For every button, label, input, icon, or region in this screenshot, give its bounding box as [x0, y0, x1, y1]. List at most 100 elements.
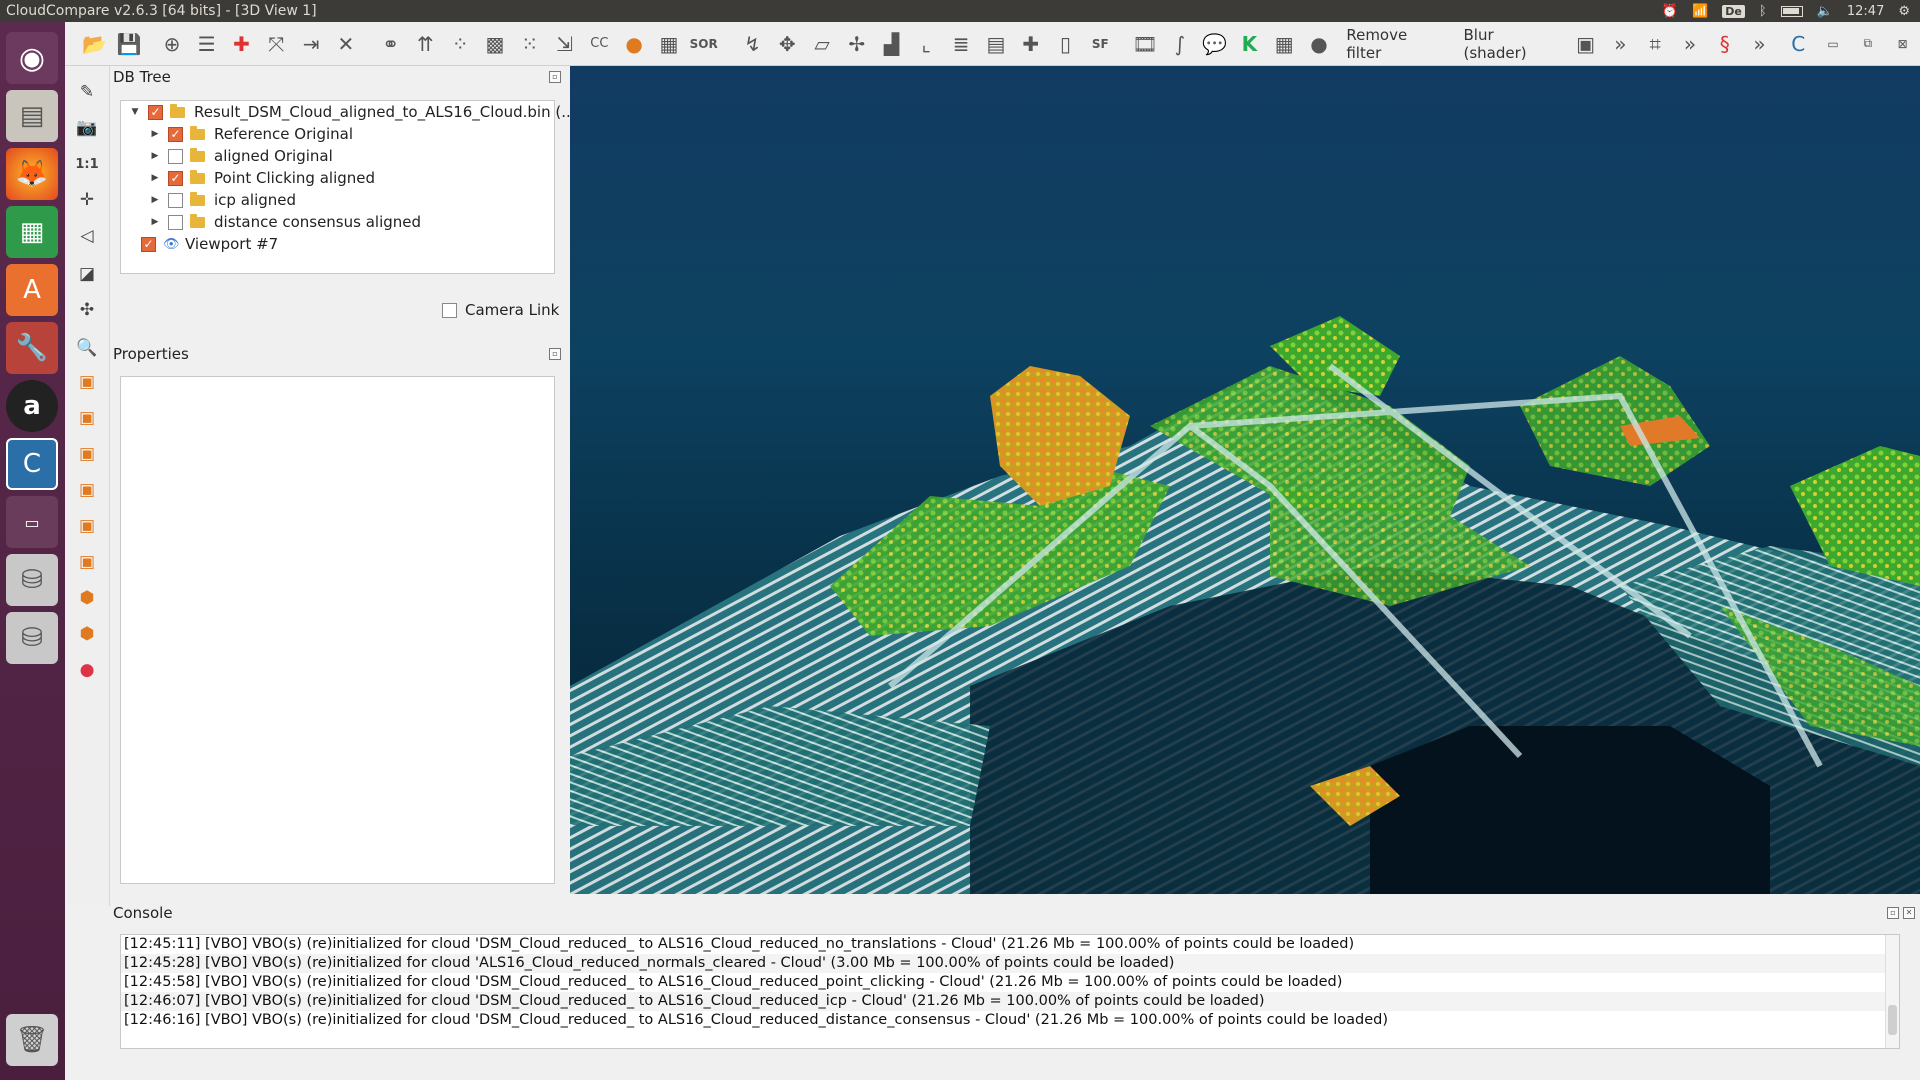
clock[interactable]: 12:47	[1847, 4, 1884, 19]
software-center-icon[interactable]: A	[6, 264, 58, 316]
tree-item-aligned-original[interactable]: ▶ aligned Original	[149, 145, 333, 167]
pivot-icon[interactable]: ◁	[73, 222, 101, 250]
expand-arrow-icon[interactable]: ▼	[129, 107, 141, 117]
back-view-icon[interactable]: ▣	[73, 476, 101, 504]
expand-arrow-icon[interactable]: ▶	[149, 129, 161, 139]
k-tool-icon[interactable]: K	[1232, 26, 1267, 62]
console-float-icon[interactable]: ▫	[1887, 907, 1899, 919]
cloudcompare-icon[interactable]: C	[6, 438, 58, 490]
register-icon[interactable]: ⇲	[547, 26, 582, 62]
film-icon[interactable]: 🎞	[1128, 26, 1163, 62]
scrollbar-thumb[interactable]	[1888, 1005, 1897, 1035]
db-tree-float-icon[interactable]: ▫	[549, 71, 561, 83]
stats-icon[interactable]: ≣	[944, 26, 979, 62]
right-view-icon[interactable]: ▣	[73, 512, 101, 540]
color-icon[interactable]: ●	[617, 26, 652, 62]
tree-item-distance-consensus-aligned[interactable]: ▶ distance consensus aligned	[149, 211, 422, 233]
system-settings-icon[interactable]: 🔧	[6, 322, 58, 374]
split-icon[interactable]: ✢	[839, 26, 874, 62]
console-scrollbar[interactable]	[1885, 935, 1899, 1048]
checker-icon[interactable]: ▦	[652, 26, 687, 62]
sor-filter-icon[interactable]: SOR	[686, 26, 721, 62]
save-icon[interactable]: 💾	[112, 26, 147, 62]
mesh-icon[interactable]: ▩	[478, 26, 513, 62]
expand-arrow-icon[interactable]: ▶	[149, 151, 161, 161]
wifi-icon[interactable]: 📶	[1692, 4, 1708, 19]
bottom-view-icon[interactable]: ▣	[73, 548, 101, 576]
list-icon[interactable]: ☰	[189, 26, 224, 62]
blur-shader-button[interactable]: Blur (shader)	[1453, 26, 1568, 62]
toolbar-more-2[interactable]: »	[1673, 26, 1708, 62]
tree-item-checkbox[interactable]: ✓	[168, 170, 183, 186]
keyboard-layout-indicator[interactable]: De	[1722, 4, 1745, 18]
noise-icon[interactable]: ⁙	[512, 26, 547, 62]
open-icon[interactable]: 📂	[77, 26, 112, 62]
tree-item-checkbox[interactable]: ✓	[168, 126, 183, 142]
merge-icon[interactable]: ⚭	[373, 26, 408, 62]
one-to-one-button[interactable]: 1:1	[73, 150, 101, 178]
plane-icon[interactable]: ▱	[805, 26, 840, 62]
tree-item-checkbox[interactable]	[168, 192, 183, 208]
tree-root[interactable]: ▼ ✓ Result_DSM_Cloud_aligned_to_ALS16_Cl…	[129, 101, 576, 123]
projection-icon[interactable]: ◪	[73, 260, 101, 288]
console-close-icon[interactable]: ✕	[1903, 907, 1915, 919]
tree-item-icp-aligned[interactable]: ▶ icp aligned	[149, 189, 296, 211]
script-icon[interactable]: §	[1707, 26, 1742, 62]
workspace-switcher-icon[interactable]: ▭	[6, 496, 58, 548]
minimize-icon[interactable]: ▭	[1816, 26, 1851, 62]
transform-icon[interactable]: ⊕	[155, 26, 190, 62]
tree-item-point-clicking-aligned[interactable]: ▶ ✓ Point Clicking aligned	[149, 167, 376, 189]
rotation-icon[interactable]: ✣	[73, 296, 101, 324]
stereo-icon[interactable]: ●	[73, 656, 101, 684]
restore-icon[interactable]: ⧉	[1850, 26, 1885, 62]
volume-icon[interactable]: 🔈	[1817, 4, 1833, 19]
trash-icon[interactable]: 🗑	[6, 1014, 58, 1066]
segment-icon[interactable]: ⤧	[259, 26, 294, 62]
battery-icon[interactable]	[1780, 5, 1803, 17]
ubuntu-dash-icon[interactable]: ◉	[6, 32, 58, 84]
close-icon[interactable]: ⊠	[1885, 26, 1920, 62]
drive-1-icon[interactable]: ⛁	[6, 554, 58, 606]
camera-link-box[interactable]	[442, 302, 457, 318]
compare-icon[interactable]: CC	[582, 26, 617, 62]
remove-filter-button[interactable]: Remove filter	[1336, 26, 1453, 62]
toolbar-more-1[interactable]: »	[1603, 26, 1638, 62]
kd-tree-icon[interactable]: ⌗	[1638, 26, 1673, 62]
graph-icon[interactable]: ⌞	[909, 26, 944, 62]
tree-item-checkbox[interactable]: ✓	[141, 236, 156, 252]
tree-item-reference-original[interactable]: ▶ ✓ Reference Original	[149, 123, 353, 145]
translate-icon[interactable]: ⇥	[294, 26, 329, 62]
3d-view[interactable]	[570, 66, 1920, 894]
tree-item-viewport[interactable]: ✓ 👁 Viewport #7	[141, 233, 278, 255]
grid-icon[interactable]: ▤	[979, 26, 1014, 62]
firefox-icon[interactable]: 🦊	[6, 148, 58, 200]
left-view-icon[interactable]: ▣	[73, 440, 101, 468]
histogram-icon[interactable]: ▟	[874, 26, 909, 62]
front-view-icon[interactable]: ▣	[73, 404, 101, 432]
align-icon[interactable]: ↯	[735, 26, 770, 62]
map-icon[interactable]: ▦	[1267, 26, 1302, 62]
tree-item-checkbox[interactable]	[168, 214, 183, 230]
camera-icon[interactable]: 📷	[73, 114, 101, 142]
scalar-field-icon[interactable]: SF	[1083, 26, 1118, 62]
toolbar-more-3[interactable]: »	[1742, 26, 1777, 62]
add-icon[interactable]: ✚	[1013, 26, 1048, 62]
chat-icon[interactable]: 💬	[1197, 26, 1232, 62]
move-icon[interactable]: ✥	[770, 26, 805, 62]
zoom-icon[interactable]: 🔍	[73, 334, 101, 362]
camera-link-checkbox[interactable]: Camera Link	[442, 301, 559, 319]
front-iso-icon[interactable]: ⬢	[73, 584, 101, 612]
settings-gear-icon[interactable]: ⚙	[1898, 4, 1910, 19]
alarm-clock-icon[interactable]: ⏰	[1662, 4, 1678, 19]
calc-icon[interactable]: ▯	[1048, 26, 1083, 62]
delete-icon[interactable]: ✕	[328, 26, 363, 62]
properties-float-icon[interactable]: ▫	[549, 348, 561, 360]
files-icon[interactable]: ▤	[6, 90, 58, 142]
expand-arrow-icon[interactable]: ▶	[149, 173, 161, 183]
spreadsheet-icon[interactable]: ▦	[6, 206, 58, 258]
expand-arrow-icon[interactable]: ▶	[149, 195, 161, 205]
tree-root-checkbox[interactable]: ✓	[148, 104, 163, 120]
drive-2-icon[interactable]: ⛁	[6, 612, 58, 664]
pencil-icon[interactable]: ✎	[73, 78, 101, 106]
point-pick-icon[interactable]: ✚	[224, 26, 259, 62]
